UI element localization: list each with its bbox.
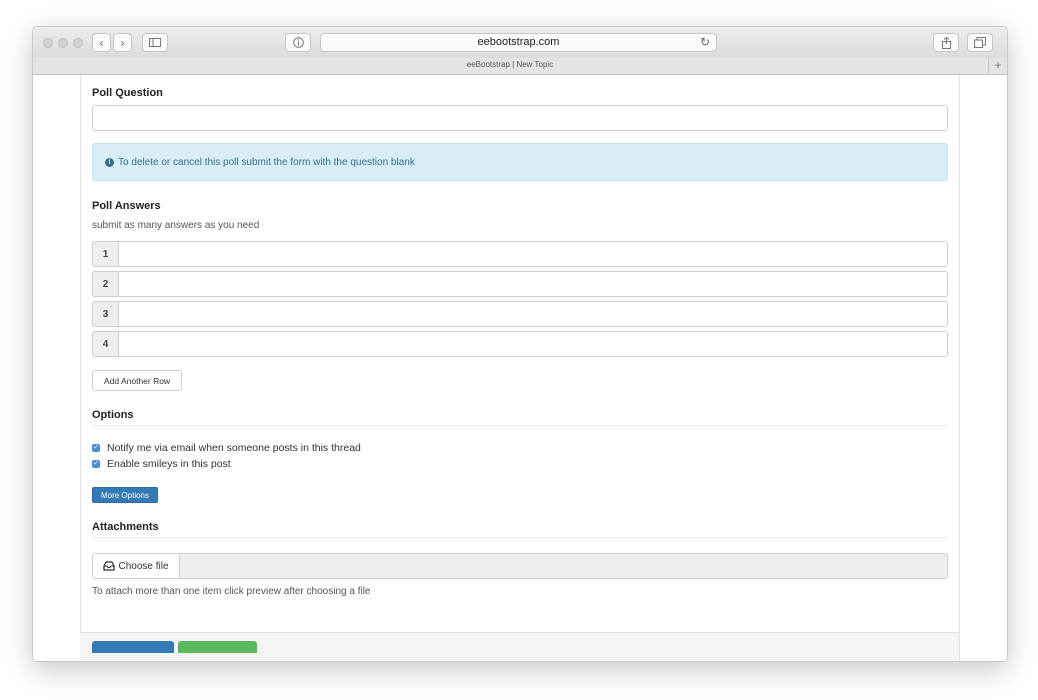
attachments-label: Attachments	[92, 521, 159, 533]
choose-file-button[interactable]: Choose file	[92, 553, 180, 579]
back-button[interactable]: ‹	[92, 33, 111, 52]
sidebar-button[interactable]	[142, 33, 168, 52]
preview-button[interactable]	[178, 641, 257, 653]
smileys-checkbox[interactable]: ✓	[92, 460, 100, 468]
reload-icon[interactable]: ↻	[700, 35, 710, 49]
page-viewport: Poll Question i To delete or cancel this…	[33, 75, 1007, 661]
file-name-field[interactable]	[180, 553, 948, 579]
site-info-button[interactable]	[285, 33, 311, 52]
chevron-right-icon: ›	[120, 35, 125, 50]
attach-help-text: To attach more than one item click previ…	[92, 586, 371, 597]
info-circle-icon	[292, 37, 304, 48]
answer-row: 1	[92, 241, 948, 267]
smileys-label[interactable]: Enable smileys in this post	[107, 458, 231, 470]
url-text: eebootstrap.com	[477, 36, 560, 48]
options-label: Options	[92, 409, 134, 421]
poll-answers-label: Poll Answers	[92, 200, 161, 212]
new-tab-button[interactable]: +	[988, 58, 1007, 74]
answer-input-2[interactable]	[118, 271, 948, 297]
poll-answers-help: submit as many answers as you need	[92, 220, 260, 231]
more-options-button[interactable]: More Options	[92, 487, 158, 503]
tabs-overview-button[interactable]	[967, 33, 993, 52]
form-footer	[80, 632, 959, 661]
share-icon	[941, 36, 951, 49]
answer-input-3[interactable]	[118, 301, 948, 327]
answer-number: 4	[92, 331, 118, 357]
add-another-row-button[interactable]: Add Another Row	[92, 370, 182, 391]
answer-number: 2	[92, 271, 118, 297]
info-icon: i	[105, 157, 114, 167]
poll-question-label: Poll Question	[92, 87, 163, 99]
minimize-window-icon[interactable]	[58, 38, 68, 48]
sidebar-icon	[149, 38, 161, 47]
notify-checkbox[interactable]: ✓	[92, 444, 100, 452]
answer-input-1[interactable]	[118, 241, 948, 267]
choose-file-label: Choose file	[118, 560, 169, 572]
info-alert: i To delete or cancel this poll submit t…	[92, 143, 948, 181]
tabs-icon	[974, 37, 986, 48]
zoom-window-icon[interactable]	[73, 38, 83, 48]
answer-row: 4	[92, 331, 948, 357]
share-button[interactable]	[933, 33, 959, 52]
divider	[92, 425, 948, 426]
forward-button[interactable]: ›	[113, 33, 132, 52]
submit-button[interactable]	[92, 641, 174, 653]
notify-label[interactable]: Notify me via email when someone posts i…	[107, 442, 361, 454]
answer-row: 2	[92, 271, 948, 297]
address-bar[interactable]: eebootstrap.com ↻	[320, 33, 717, 52]
answer-input-4[interactable]	[118, 331, 948, 357]
chevron-left-icon: ‹	[99, 35, 104, 50]
answer-row: 3	[92, 301, 948, 327]
browser-toolbar: ‹ › eebootstrap.com ↻	[33, 27, 1007, 59]
inbox-icon	[103, 561, 116, 571]
poll-question-input[interactable]	[92, 105, 948, 131]
browser-window: ‹ › eebootstrap.com ↻ eeBootstrap | New …	[32, 26, 1008, 662]
close-window-icon[interactable]	[43, 38, 53, 48]
tab-title[interactable]: eeBootstrap | New Topic	[33, 60, 987, 69]
divider	[92, 537, 948, 538]
notify-option: ✓ Notify me via email when someone posts…	[92, 442, 492, 454]
tab-bar: eeBootstrap | New Topic +	[33, 58, 1007, 75]
smileys-option: ✓ Enable smileys in this post	[92, 458, 492, 470]
answer-number: 1	[92, 241, 118, 267]
file-upload-group: Choose file	[92, 553, 948, 579]
alert-text: To delete or cancel this poll submit the…	[118, 156, 415, 168]
answer-number: 3	[92, 301, 118, 327]
